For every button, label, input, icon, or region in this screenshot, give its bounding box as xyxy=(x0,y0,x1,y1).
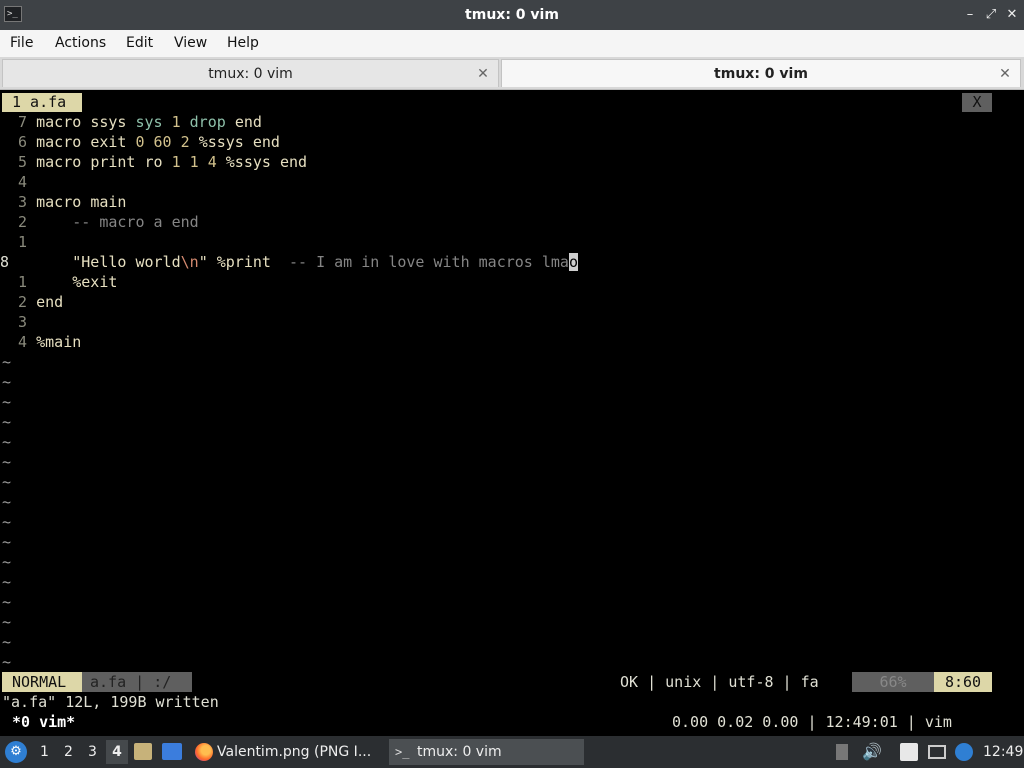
start-menu-icon[interactable]: ⚙ xyxy=(5,741,27,763)
workspace-3[interactable]: 3 xyxy=(88,736,97,768)
code-line[interactable]: 3 macro main xyxy=(0,192,126,212)
taskbar-window-label: Valentim.png (PNG I... xyxy=(217,744,372,760)
code-text: -- macro a end xyxy=(72,213,199,231)
line-number: 7 xyxy=(0,113,37,131)
terminal-tab-bar: tmux: 0 vim ✕ tmux: 0 vim ✕ xyxy=(0,57,1024,90)
code-line[interactable]: 2 -- macro a end xyxy=(0,212,199,232)
code-text: end xyxy=(36,293,64,311)
empty-line-marker: ~ xyxy=(2,533,12,551)
code-line[interactable]: 3 xyxy=(0,312,36,332)
line-number: 3 xyxy=(0,193,37,211)
vim-mode: NORMAL xyxy=(2,672,82,692)
empty-line-marker: ~ xyxy=(2,593,12,611)
empty-line-marker: ~ xyxy=(2,513,12,531)
empty-line-marker: ~ xyxy=(2,373,12,391)
menu-edit[interactable]: Edit xyxy=(126,30,153,56)
line-number: 2 xyxy=(0,213,37,231)
line-number: 3 xyxy=(0,313,37,331)
tab-terminal-1[interactable]: tmux: 0 vim ✕ xyxy=(2,59,499,87)
workspace-2[interactable]: 2 xyxy=(64,736,73,768)
menubar: File Actions Edit View Help xyxy=(0,30,1024,57)
menu-actions[interactable]: Actions xyxy=(55,30,106,56)
close-tab-icon[interactable]: ✕ xyxy=(998,60,1012,88)
code-text: macro print ro 1 1 4 %ssys end xyxy=(36,153,308,171)
taskbar: ⚙ 1 2 3 4 Valentim.png (PNG I... >_ tmux… xyxy=(0,736,1024,768)
tab-terminal-2[interactable]: tmux: 0 vim ✕ xyxy=(501,59,1021,87)
line-number: 2 xyxy=(0,293,37,311)
close-window-button[interactable]: ✕ xyxy=(1004,6,1020,24)
line-number: 6 xyxy=(0,133,37,151)
code-line[interactable]: 4 xyxy=(0,172,36,192)
taskbar-window-label: tmux: 0 vim xyxy=(417,744,502,760)
code-line[interactable]: 8 "Hello world\n" %print -- I am in love… xyxy=(0,252,578,272)
vim-status-filename: a.fa | :/ xyxy=(82,672,192,692)
empty-line-marker: ~ xyxy=(2,393,12,411)
menu-view[interactable]: View xyxy=(174,30,207,56)
taskbar-window-terminal[interactable]: >_ tmux: 0 vim xyxy=(389,739,584,765)
vim-tab-close-button[interactable]: X xyxy=(962,93,992,112)
line-number: 1 xyxy=(0,233,37,251)
vim-status-position: 8:60 xyxy=(934,672,992,692)
code-text: %main xyxy=(36,333,82,351)
notes-tray-icon[interactable] xyxy=(900,743,918,761)
empty-line-marker: ~ xyxy=(2,633,12,651)
tab-label: tmux: 0 vim xyxy=(208,66,293,82)
taskbar-window-firefox[interactable]: Valentim.png (PNG I... xyxy=(193,739,383,765)
workspace-1[interactable]: 1 xyxy=(40,736,49,768)
code-line[interactable]: 4 %main xyxy=(0,332,81,352)
maximize-button[interactable]: ⤢ xyxy=(983,6,999,24)
code-line[interactable]: 7 macro ssys sys 1 drop end xyxy=(0,112,262,132)
empty-line-marker: ~ xyxy=(2,653,12,671)
vim-message-line: "a.fa" 12L, 199B written xyxy=(2,693,219,711)
code-line[interactable]: 6 macro exit 0 60 2 %ssys end xyxy=(0,132,280,152)
line-number: 1 xyxy=(0,273,37,291)
tab-label: tmux: 0 vim xyxy=(714,66,808,82)
line-number: 4 xyxy=(0,333,37,351)
terminal-icon: >_ xyxy=(395,745,410,759)
empty-line-marker: ~ xyxy=(2,573,12,591)
code-text: macro ssys sys 1 drop end xyxy=(36,113,262,131)
code-line[interactable]: 1 xyxy=(0,232,36,252)
vim-status-percent: 66% xyxy=(852,672,934,692)
volume-icon[interactable]: 🔊 xyxy=(862,736,882,768)
file-manager-icon[interactable] xyxy=(134,743,152,760)
firefox-icon xyxy=(195,743,213,761)
code-line[interactable]: 2 end xyxy=(0,292,63,312)
code-text: "Hello world\n" %print -- I am in love w… xyxy=(72,253,578,271)
terminal-viewport[interactable]: 1 a.fa X 7 macro ssys sys 1 drop end 6 m… xyxy=(0,90,1024,732)
menu-file[interactable]: File xyxy=(10,30,33,56)
empty-line-marker: ~ xyxy=(2,613,12,631)
empty-line-marker: ~ xyxy=(2,553,12,571)
minimize-button[interactable]: – xyxy=(962,6,978,24)
empty-line-marker: ~ xyxy=(2,433,12,451)
line-number: 4 xyxy=(0,173,37,191)
code-text: %exit xyxy=(72,273,118,291)
empty-line-marker: ~ xyxy=(2,353,12,371)
window-title: tmux: 0 vim xyxy=(465,7,559,23)
desktop-icon[interactable] xyxy=(162,743,182,760)
menu-help[interactable]: Help xyxy=(227,30,259,56)
line-number: 5 xyxy=(0,153,37,171)
clipboard-tray-icon[interactable] xyxy=(836,744,848,760)
tmux-status-left[interactable]: *0 vim* xyxy=(12,712,75,732)
clock[interactable]: 12:49 xyxy=(983,736,1023,768)
vim-status-info: OK | unix | utf-8 | fa xyxy=(620,673,819,691)
empty-line-marker: ~ xyxy=(2,413,12,431)
code-text: macro main xyxy=(36,193,127,211)
workspace-4[interactable]: 4 xyxy=(106,740,128,764)
network-icon[interactable] xyxy=(928,745,946,759)
empty-line-marker: ~ xyxy=(2,473,12,491)
empty-line-marker: ~ xyxy=(2,453,12,471)
line-number: 8 xyxy=(0,253,37,271)
update-tray-icon[interactable] xyxy=(955,743,973,761)
vim-tab-active[interactable]: 1 a.fa xyxy=(2,93,82,112)
code-line[interactable]: 5 macro print ro 1 1 4 %ssys end xyxy=(0,152,307,172)
vim-statusline: NORMAL a.fa | :/ OK | unix | utf-8 | fa … xyxy=(2,672,992,692)
empty-line-marker: ~ xyxy=(2,493,12,511)
window-titlebar[interactable]: >_ tmux: 0 vim – ⤢ ✕ xyxy=(0,0,1024,30)
close-tab-icon[interactable]: ✕ xyxy=(476,60,490,88)
code-line[interactable]: 1 %exit xyxy=(0,272,117,292)
tmux-status-right: 0.00 0.02 0.00 | 12:49:01 | vim xyxy=(672,713,952,731)
code-text: macro exit 0 60 2 %ssys end xyxy=(36,133,280,151)
